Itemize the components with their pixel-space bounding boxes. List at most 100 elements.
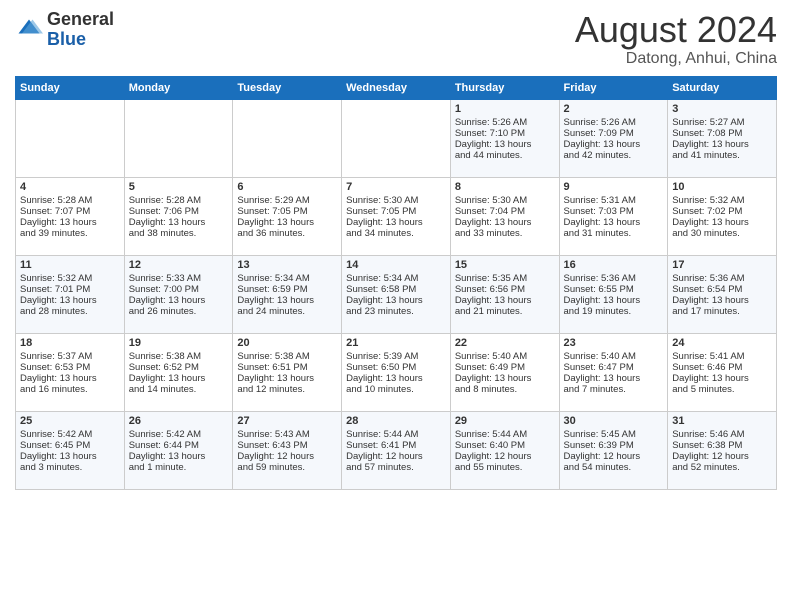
cell-content-line: Sunrise: 5:31 AM: [564, 195, 664, 206]
cell-content-line: Sunrise: 5:30 AM: [455, 195, 555, 206]
day-number: 16: [564, 259, 664, 271]
cell-3-1: 11Sunrise: 5:32 AMSunset: 7:01 PMDayligh…: [16, 255, 125, 333]
cell-content-line: Daylight: 13 hours: [20, 373, 120, 384]
cell-5-4: 28Sunrise: 5:44 AMSunset: 6:41 PMDayligh…: [342, 411, 451, 489]
cell-content-line: Sunset: 6:47 PM: [564, 362, 664, 373]
cell-content-line: Sunset: 6:40 PM: [455, 440, 555, 451]
cell-4-7: 24Sunrise: 5:41 AMSunset: 6:46 PMDayligh…: [668, 333, 777, 411]
col-tuesday: Tuesday: [233, 76, 342, 99]
cell-content-line: Daylight: 13 hours: [237, 295, 337, 306]
page-container: General Blue August 2024 Datong, Anhui, …: [0, 0, 792, 500]
cell-content-line: Sunset: 6:59 PM: [237, 284, 337, 295]
cell-content-line: and 31 minutes.: [564, 228, 664, 239]
cell-content-line: Daylight: 13 hours: [455, 295, 555, 306]
day-number: 9: [564, 181, 664, 193]
cell-content-line: Sunrise: 5:36 AM: [672, 273, 772, 284]
day-number: 3: [672, 103, 772, 115]
cell-content-line: Sunset: 6:52 PM: [129, 362, 229, 373]
cell-content-line: and 52 minutes.: [672, 462, 772, 473]
cell-content-line: Daylight: 13 hours: [455, 139, 555, 150]
day-number: 24: [672, 337, 772, 349]
logo-general-text: General: [47, 10, 114, 30]
cell-content-line: Sunset: 6:43 PM: [237, 440, 337, 451]
cell-2-4: 7Sunrise: 5:30 AMSunset: 7:05 PMDaylight…: [342, 177, 451, 255]
cell-1-7: 3Sunrise: 5:27 AMSunset: 7:08 PMDaylight…: [668, 99, 777, 177]
cell-5-1: 25Sunrise: 5:42 AMSunset: 6:45 PMDayligh…: [16, 411, 125, 489]
cell-content-line: and 12 minutes.: [237, 384, 337, 395]
cell-content-line: Sunset: 6:50 PM: [346, 362, 446, 373]
col-monday: Monday: [124, 76, 233, 99]
cell-content-line: Sunset: 7:04 PM: [455, 206, 555, 217]
cell-4-3: 20Sunrise: 5:38 AMSunset: 6:51 PMDayligh…: [233, 333, 342, 411]
calendar-table: Sunday Monday Tuesday Wednesday Thursday…: [15, 76, 777, 490]
cell-content-line: and 14 minutes.: [129, 384, 229, 395]
cell-content-line: Daylight: 12 hours: [237, 451, 337, 462]
cell-content-line: and 54 minutes.: [564, 462, 664, 473]
cell-content-line: Sunset: 6:46 PM: [672, 362, 772, 373]
cell-content-line: Daylight: 12 hours: [455, 451, 555, 462]
cell-content-line: Sunrise: 5:45 AM: [564, 429, 664, 440]
cell-content-line: Daylight: 13 hours: [455, 217, 555, 228]
cell-content-line: Sunrise: 5:26 AM: [564, 117, 664, 128]
cell-content-line: Sunset: 6:44 PM: [129, 440, 229, 451]
cell-content-line: and 30 minutes.: [672, 228, 772, 239]
week-row-1: 1Sunrise: 5:26 AMSunset: 7:10 PMDaylight…: [16, 99, 777, 177]
week-row-3: 11Sunrise: 5:32 AMSunset: 7:01 PMDayligh…: [16, 255, 777, 333]
month-title: August 2024: [575, 10, 777, 50]
cell-content-line: Sunrise: 5:42 AM: [20, 429, 120, 440]
cell-content-line: Daylight: 13 hours: [237, 217, 337, 228]
cell-content-line: Daylight: 13 hours: [672, 139, 772, 150]
cell-5-7: 31Sunrise: 5:46 AMSunset: 6:38 PMDayligh…: [668, 411, 777, 489]
day-number: 15: [455, 259, 555, 271]
day-number: 13: [237, 259, 337, 271]
day-number: 30: [564, 415, 664, 427]
col-wednesday: Wednesday: [342, 76, 451, 99]
cell-content-line: Sunrise: 5:37 AM: [20, 351, 120, 362]
cell-content-line: and 41 minutes.: [672, 150, 772, 161]
day-number: 5: [129, 181, 229, 193]
cell-content-line: Sunrise: 5:39 AM: [346, 351, 446, 362]
cell-5-2: 26Sunrise: 5:42 AMSunset: 6:44 PMDayligh…: [124, 411, 233, 489]
cell-content-line: Daylight: 13 hours: [564, 139, 664, 150]
cell-content-line: Sunrise: 5:40 AM: [564, 351, 664, 362]
cell-content-line: Sunset: 6:55 PM: [564, 284, 664, 295]
cell-content-line: Daylight: 13 hours: [564, 295, 664, 306]
cell-2-7: 10Sunrise: 5:32 AMSunset: 7:02 PMDayligh…: [668, 177, 777, 255]
cell-content-line: Sunset: 7:08 PM: [672, 128, 772, 139]
cell-5-6: 30Sunrise: 5:45 AMSunset: 6:39 PMDayligh…: [559, 411, 668, 489]
cell-content-line: Daylight: 13 hours: [237, 373, 337, 384]
week-row-5: 25Sunrise: 5:42 AMSunset: 6:45 PMDayligh…: [16, 411, 777, 489]
cell-content-line: and 55 minutes.: [455, 462, 555, 473]
day-number: 27: [237, 415, 337, 427]
cell-content-line: Sunset: 7:05 PM: [346, 206, 446, 217]
col-thursday: Thursday: [450, 76, 559, 99]
day-number: 29: [455, 415, 555, 427]
cell-content-line: Sunrise: 5:29 AM: [237, 195, 337, 206]
cell-2-1: 4Sunrise: 5:28 AMSunset: 7:07 PMDaylight…: [16, 177, 125, 255]
cell-3-6: 16Sunrise: 5:36 AMSunset: 6:55 PMDayligh…: [559, 255, 668, 333]
cell-content-line: Sunset: 7:06 PM: [129, 206, 229, 217]
cell-4-4: 21Sunrise: 5:39 AMSunset: 6:50 PMDayligh…: [342, 333, 451, 411]
cell-content-line: Sunset: 7:02 PM: [672, 206, 772, 217]
cell-content-line: Daylight: 13 hours: [672, 295, 772, 306]
day-number: 31: [672, 415, 772, 427]
cell-2-5: 8 Sunrise: 5:30 AMSunset: 7:04 PMDaylight…: [450, 177, 559, 255]
cell-content-line: and 28 minutes.: [20, 306, 120, 317]
cell-content-line: Daylight: 13 hours: [672, 217, 772, 228]
col-sunday: Sunday: [16, 76, 125, 99]
cell-content-line: Daylight: 13 hours: [129, 295, 229, 306]
cell-content-line: Sunrise: 5:26 AM: [455, 117, 555, 128]
cell-4-5: 22Sunrise: 5:40 AMSunset: 6:49 PMDayligh…: [450, 333, 559, 411]
logo-icon: [15, 16, 43, 44]
cell-content-line: Daylight: 13 hours: [129, 373, 229, 384]
cell-content-line: and 36 minutes.: [237, 228, 337, 239]
cell-content-line: Daylight: 13 hours: [564, 373, 664, 384]
cell-1-6: 2Sunrise: 5:26 AMSunset: 7:09 PMDaylight…: [559, 99, 668, 177]
cell-content-line: Sunset: 6:54 PM: [672, 284, 772, 295]
cell-content-line: and 44 minutes.: [455, 150, 555, 161]
col-friday: Friday: [559, 76, 668, 99]
day-number: 8: [455, 181, 555, 193]
day-number: 12: [129, 259, 229, 271]
cell-content-line: and 42 minutes.: [564, 150, 664, 161]
cell-4-1: 18Sunrise: 5:37 AMSunset: 6:53 PMDayligh…: [16, 333, 125, 411]
